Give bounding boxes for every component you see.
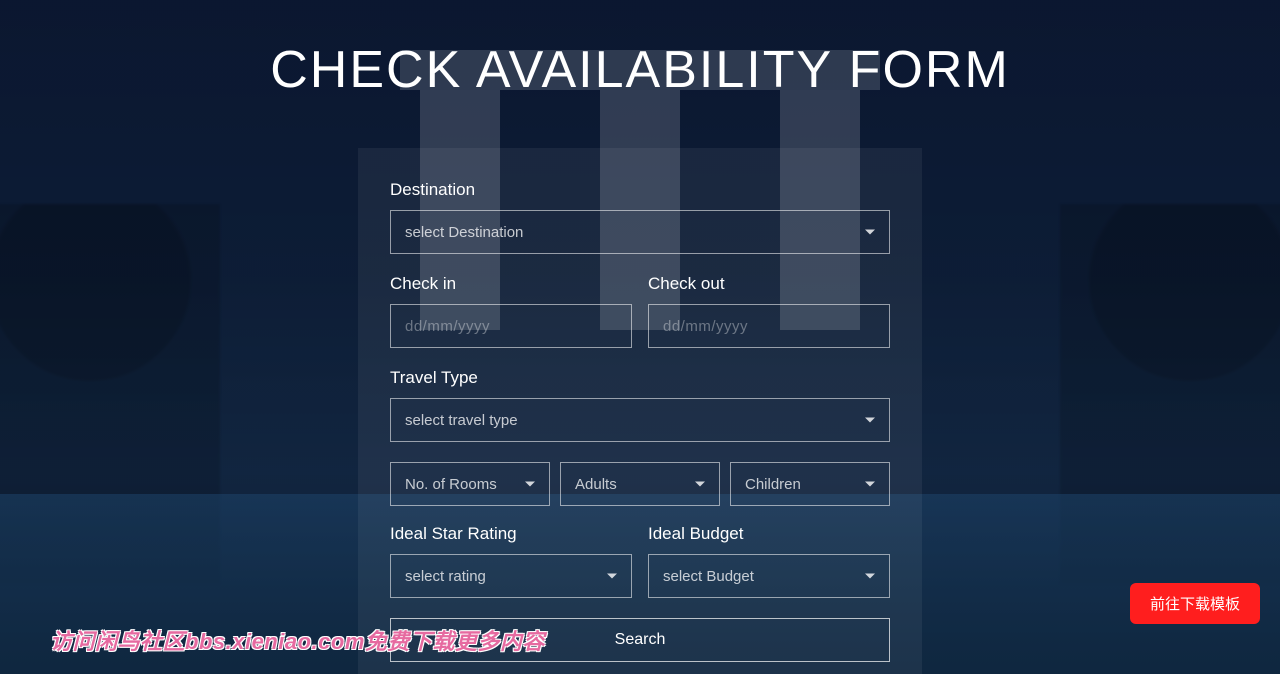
chevron-down-icon xyxy=(695,482,705,487)
rating-value: select rating xyxy=(405,568,486,585)
chevron-down-icon xyxy=(865,230,875,235)
watermark-text: 访问闲鸟社区bbs.xieniao.com免费下载更多内容 xyxy=(50,624,545,656)
hero-section: CHECK AVAILABILITY FORM Destination sele… xyxy=(0,0,1280,674)
chevron-down-icon xyxy=(525,482,535,487)
rating-label: Ideal Star Rating xyxy=(390,524,632,544)
page-title: CHECK AVAILABILITY FORM xyxy=(0,40,1280,100)
chevron-down-icon xyxy=(865,418,875,423)
budget-value: select Budget xyxy=(663,568,754,585)
availability-form: Destination select Destination Check in … xyxy=(358,148,922,674)
checkin-placeholder: dd/mm/yyyy xyxy=(405,318,490,335)
search-button-label: Search xyxy=(615,631,666,649)
adults-select[interactable]: Adults xyxy=(560,462,720,506)
checkout-placeholder: dd/mm/yyyy xyxy=(663,318,748,335)
travel-type-label: Travel Type xyxy=(390,368,890,388)
destination-label: Destination xyxy=(390,180,890,200)
travel-type-value: select travel type xyxy=(405,412,518,429)
rooms-value: No. of Rooms xyxy=(405,476,497,493)
chevron-down-icon xyxy=(607,574,617,579)
rooms-select[interactable]: No. of Rooms xyxy=(390,462,550,506)
checkout-label: Check out xyxy=(648,274,890,294)
budget-label: Ideal Budget xyxy=(648,524,890,544)
adults-value: Adults xyxy=(575,476,617,493)
children-select[interactable]: Children xyxy=(730,462,890,506)
destination-value: select Destination xyxy=(405,224,523,241)
checkin-label: Check in xyxy=(390,274,632,294)
checkout-input[interactable]: dd/mm/yyyy xyxy=(648,304,890,348)
chevron-down-icon xyxy=(865,482,875,487)
checkin-input[interactable]: dd/mm/yyyy xyxy=(390,304,632,348)
destination-select[interactable]: select Destination xyxy=(390,210,890,254)
travel-type-select[interactable]: select travel type xyxy=(390,398,890,442)
rating-select[interactable]: select rating xyxy=(390,554,632,598)
download-template-label: 前往下载模板 xyxy=(1150,596,1240,613)
chevron-down-icon xyxy=(865,574,875,579)
budget-select[interactable]: select Budget xyxy=(648,554,890,598)
children-value: Children xyxy=(745,476,801,493)
download-template-button[interactable]: 前往下载模板 xyxy=(1130,583,1260,624)
